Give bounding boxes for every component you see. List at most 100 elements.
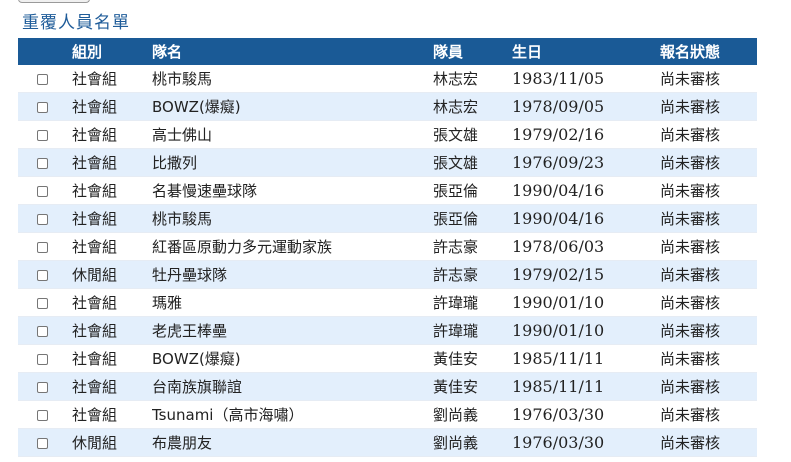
group-cell: 社會組 [72, 406, 118, 424]
member-cell: 許志豪 [433, 266, 479, 284]
status-column-header: 報名狀態 [660, 43, 721, 61]
group-column-header: 組別 [72, 43, 103, 61]
row-checkbox[interactable] [37, 185, 48, 197]
birthday-cell: 1985/11/11 [512, 377, 605, 396]
group-cell: 社會組 [72, 210, 118, 228]
group-cell: 社會組 [72, 378, 118, 396]
member-cell: 張亞倫 [433, 182, 479, 200]
birthday-cell: 1990/04/16 [512, 181, 605, 200]
table-row: 社會組 Tsunami（高市海嘯） 劉尚義 1976/03/30 尚未審核 [18, 400, 757, 429]
member-cell: 劉尚義 [433, 434, 479, 452]
status-cell: 尚未審核 [660, 210, 721, 228]
group-cell: 休閒組 [72, 434, 118, 452]
row-checkbox[interactable] [37, 353, 48, 365]
member-cell: 許瑋瓏 [433, 294, 479, 312]
row-select-cell [18, 149, 72, 177]
row-checkbox[interactable] [37, 297, 48, 309]
team-cell: BOWZ(爆癡) [152, 350, 241, 368]
member-cell: 張亞倫 [433, 210, 479, 228]
birthday-cell: 1979/02/16 [512, 125, 605, 144]
team-cell: 布農朋友 [152, 434, 213, 452]
row-select-cell [18, 373, 72, 401]
team-column-header: 隊名 [152, 43, 183, 61]
team-cell: 桃市駿馬 [152, 70, 213, 88]
status-cell: 尚未審核 [660, 266, 721, 284]
table-row: 社會組 瑪雅 許瑋瓏 1990/01/10 尚未審核 [18, 288, 757, 317]
row-select-cell [18, 317, 72, 345]
table-row: 社會組 老虎王棒壘 許瑋瓏 1990/01/10 尚未審核 [18, 316, 757, 345]
group-cell: 社會組 [72, 154, 118, 172]
row-checkbox[interactable] [37, 157, 48, 169]
status-cell: 尚未審核 [660, 238, 721, 256]
row-select-cell [18, 233, 72, 261]
status-cell: 尚未審核 [660, 154, 721, 172]
group-cell: 社會組 [72, 98, 118, 116]
member-cell: 林志宏 [433, 70, 479, 88]
row-checkbox[interactable] [37, 73, 48, 85]
row-checkbox[interactable] [37, 101, 48, 113]
status-cell: 尚未審核 [660, 70, 721, 88]
row-select-cell [18, 261, 72, 289]
team-cell: 台南族旗聯誼 [152, 378, 243, 396]
birthday-column-header: 生日 [512, 43, 543, 61]
group-cell: 社會組 [72, 294, 118, 312]
row-checkbox[interactable] [37, 437, 48, 449]
birthday-cell: 1979/02/15 [512, 265, 605, 284]
birthday-cell: 1990/04/16 [512, 209, 605, 228]
group-cell: 社會組 [72, 70, 118, 88]
table-row: 社會組 台南族旗聯誼 黃佳安 1985/11/11 尚未審核 [18, 372, 757, 401]
row-checkbox[interactable] [37, 213, 48, 225]
member-cell: 張文雄 [433, 126, 479, 144]
team-cell: 高士佛山 [152, 126, 213, 144]
member-cell: 黃佳安 [433, 378, 479, 396]
status-cell: 尚未審核 [660, 378, 721, 396]
top-button[interactable] [18, 0, 90, 3]
team-cell: 牡丹壘球隊 [152, 266, 228, 284]
page-title: 重覆人員名單 [22, 13, 130, 33]
group-cell: 社會組 [72, 322, 118, 340]
birthday-cell: 1985/11/11 [512, 349, 605, 368]
table-row: 休閒組 牡丹壘球隊 許志豪 1979/02/15 尚未審核 [18, 260, 757, 289]
member-cell: 許志豪 [433, 238, 479, 256]
group-cell: 社會組 [72, 238, 118, 256]
member-cell: 黃佳安 [433, 350, 479, 368]
row-checkbox[interactable] [37, 325, 48, 337]
row-select-cell [18, 205, 72, 233]
team-cell: BOWZ(爆癡) [152, 98, 241, 116]
status-cell: 尚未審核 [660, 322, 721, 340]
table-row: 社會組 BOWZ(爆癡) 林志宏 1978/09/05 尚未審核 [18, 92, 757, 121]
member-cell: 張文雄 [433, 154, 479, 172]
team-cell: 老虎王棒壘 [152, 322, 228, 340]
row-checkbox[interactable] [37, 129, 48, 141]
select-column-header [18, 38, 72, 65]
status-cell: 尚未審核 [660, 406, 721, 424]
status-cell: 尚未審核 [660, 294, 721, 312]
row-select-cell [18, 289, 72, 317]
row-checkbox[interactable] [37, 409, 48, 421]
row-select-cell [18, 401, 72, 429]
row-select-cell [18, 121, 72, 149]
birthday-cell: 1976/09/23 [512, 153, 605, 172]
member-cell: 林志宏 [433, 98, 479, 116]
duplicate-members-table: 組別 隊名 隊員 生日 報名狀態 社會組 桃市駿馬 林志宏 1983/11/05 尚未審… [18, 38, 757, 457]
birthday-cell: 1978/06/03 [512, 237, 605, 256]
status-cell: 尚未審核 [660, 126, 721, 144]
row-checkbox[interactable] [37, 241, 48, 253]
group-cell: 社會組 [72, 182, 118, 200]
team-cell: 桃市駿馬 [152, 210, 213, 228]
group-cell: 社會組 [72, 126, 118, 144]
table-row: 社會組 名碁慢速壘球隊 張亞倫 1990/04/16 尚未審核 [18, 176, 757, 205]
birthday-cell: 1978/09/05 [512, 97, 605, 116]
member-cell: 劉尚義 [433, 406, 479, 424]
row-checkbox[interactable] [37, 381, 48, 393]
team-cell: 瑪雅 [152, 294, 183, 312]
table-row: 社會組 BOWZ(爆癡) 黃佳安 1985/11/11 尚未審核 [18, 344, 757, 373]
member-cell: 許瑋瓏 [433, 322, 479, 340]
table-row: 社會組 紅番區原動力多元運動家族 許志豪 1978/06/03 尚未審核 [18, 232, 757, 261]
group-cell: 社會組 [72, 350, 118, 368]
table-row: 社會組 比撒列 張文雄 1976/09/23 尚未審核 [18, 148, 757, 177]
table-row: 社會組 桃市駿馬 林志宏 1983/11/05 尚未審核 [18, 65, 757, 93]
team-cell: Tsunami（高市海嘯） [152, 406, 304, 424]
birthday-cell: 1976/03/30 [512, 405, 605, 424]
row-checkbox[interactable] [37, 269, 48, 281]
